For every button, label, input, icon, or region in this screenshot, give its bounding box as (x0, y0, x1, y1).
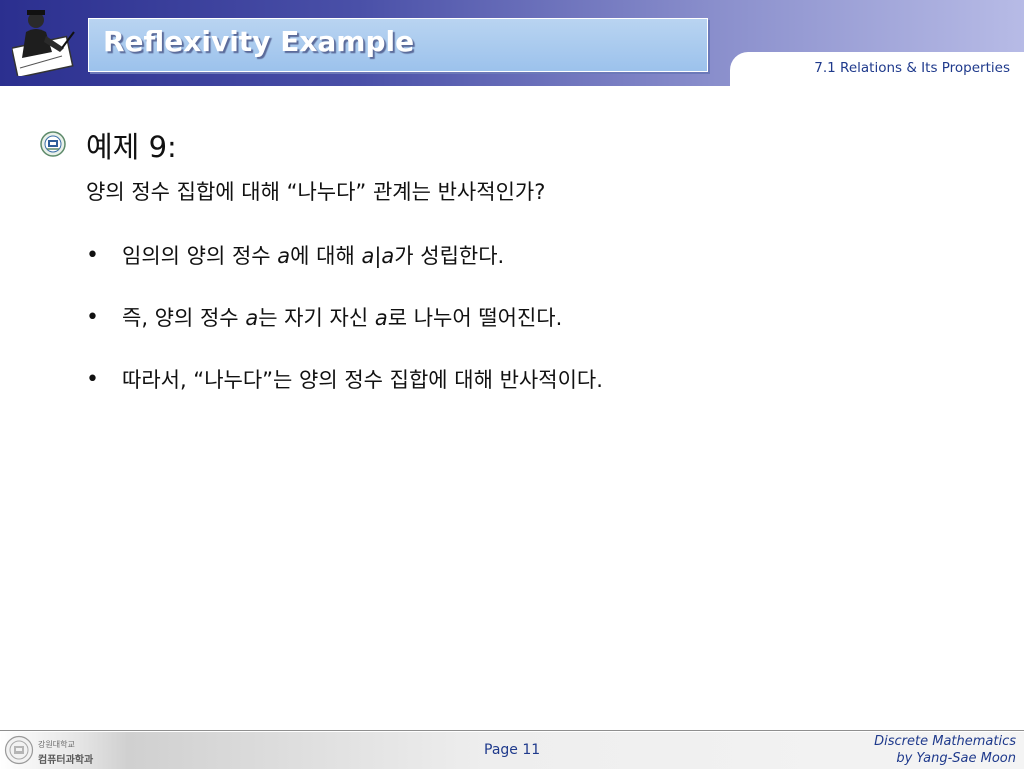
footer-university-name: 강원대학교 (38, 740, 75, 749)
list-item: • 임의의 양의 정수 a에 대해 a|a가 성립한다. (86, 236, 603, 298)
bullet-text-part: 는 자기 자신 (258, 306, 375, 330)
slide-header: Reflexivity Example 7.1 Relations & Its … (0, 0, 1024, 86)
bullet-text-part: 가 성립한다. (394, 244, 505, 268)
bullet-text-part: 로 나누어 떨어진다. (387, 306, 563, 330)
slide-content: 예제 9: 양의 정수 집합에 대해 “나누다” 관계는 반사적인가? • 임의의… (0, 86, 1024, 730)
footer-department: 강원대학교 컴퓨터과학과 (0, 732, 128, 769)
list-item: • 즉, 양의 정수 a는 자기 자신 a로 나누어 떨어진다. (86, 298, 603, 360)
bullet-text-part: 에 대해 (290, 244, 362, 268)
page-number: Page 11 (484, 742, 541, 758)
footer-credit: Discrete Mathematics by Yang-Sae Moon (874, 733, 1016, 767)
section-tab: 7.1 Relations & Its Properties (730, 52, 1024, 86)
math-variable: a (277, 244, 291, 268)
bullet-list: • 임의의 양의 정수 a에 대해 a|a가 성립한다. • 즉, 양의 정수 a는… (86, 236, 603, 422)
bullet-text-part: 따라서, “나누다”는 양의 정수 집합에 대해 반사적이다. (122, 368, 603, 392)
credit-author: by Yang-Sae Moon (896, 751, 1016, 766)
footer-department-name: 컴퓨터과학과 (38, 755, 94, 766)
example-heading: 예제 9: (86, 130, 177, 164)
question-text: 양의 정수 집합에 대해 “나누다” 관계는 반사적인가? (86, 180, 546, 204)
university-emblem-icon (40, 131, 66, 157)
credit-course: Discrete Mathematics (874, 734, 1016, 749)
slide-title: Reflexivity Example (103, 25, 415, 58)
slide-footer: 강원대학교 컴퓨터과학과 Page 11 Discrete Mathematic… (0, 730, 1024, 769)
bullet-text-part: 즉, 양의 정수 (122, 306, 246, 330)
math-variable: a (374, 306, 388, 330)
bullet-symbol: • (86, 367, 99, 392)
bullet-symbol: • (86, 305, 99, 330)
list-item: • 따라서, “나누다”는 양의 정수 집합에 대해 반사적이다. (86, 360, 603, 422)
math-expression: a|a (361, 244, 395, 268)
bullet-symbol: • (86, 243, 99, 268)
title-box: Reflexivity Example (88, 18, 708, 72)
section-label: 7.1 Relations & Its Properties (814, 60, 1010, 76)
bullet-text-part: 임의의 양의 정수 (122, 244, 278, 268)
scholar-writing-icon (12, 10, 75, 76)
university-seal-icon (4, 735, 34, 765)
math-variable: a (245, 306, 259, 330)
